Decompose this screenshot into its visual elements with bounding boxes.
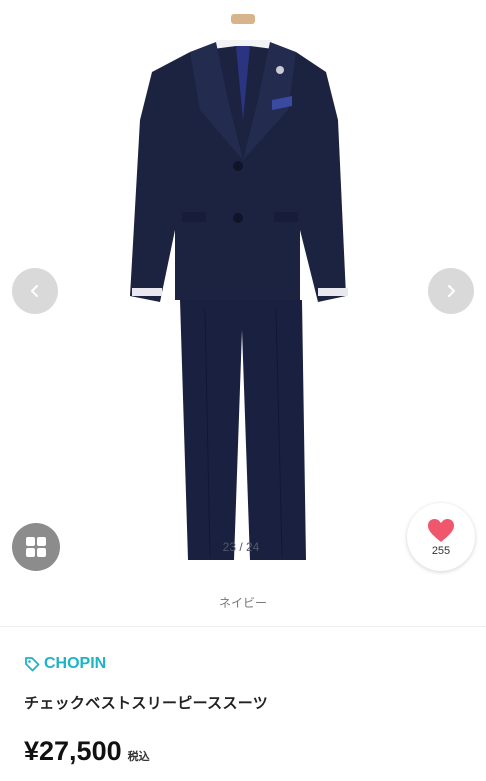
color-name: ネイビー bbox=[218, 596, 267, 610]
tax-label: 税込 bbox=[127, 750, 150, 763]
grid-icon bbox=[26, 537, 46, 557]
previous-image-button[interactable] bbox=[12, 268, 58, 314]
chevron-left-icon bbox=[31, 285, 38, 297]
product-name: チェックベストスリーピーススーツ bbox=[24, 694, 269, 712]
image-index: 23 / 24 bbox=[222, 540, 260, 554]
favorite-button[interactable]: 255 bbox=[407, 503, 475, 571]
divider bbox=[0, 626, 486, 627]
chevron-right-icon bbox=[448, 285, 455, 297]
price: ¥27,500 bbox=[24, 736, 122, 766]
product-gallery[interactable]: 23 / 24 255 bbox=[0, 0, 486, 590]
next-image-button[interactable] bbox=[428, 268, 474, 314]
favorite-count: 255 bbox=[431, 544, 451, 557]
brand-name: CHOPIN bbox=[44, 655, 107, 672]
price-row: ¥27,500 税込 bbox=[24, 736, 150, 767]
heart-icon bbox=[428, 518, 454, 542]
tag-icon bbox=[25, 657, 40, 672]
grid-view-button[interactable] bbox=[12, 523, 60, 571]
brand-link[interactable]: CHOPIN bbox=[24, 655, 106, 673]
product-image[interactable] bbox=[0, 0, 486, 590]
